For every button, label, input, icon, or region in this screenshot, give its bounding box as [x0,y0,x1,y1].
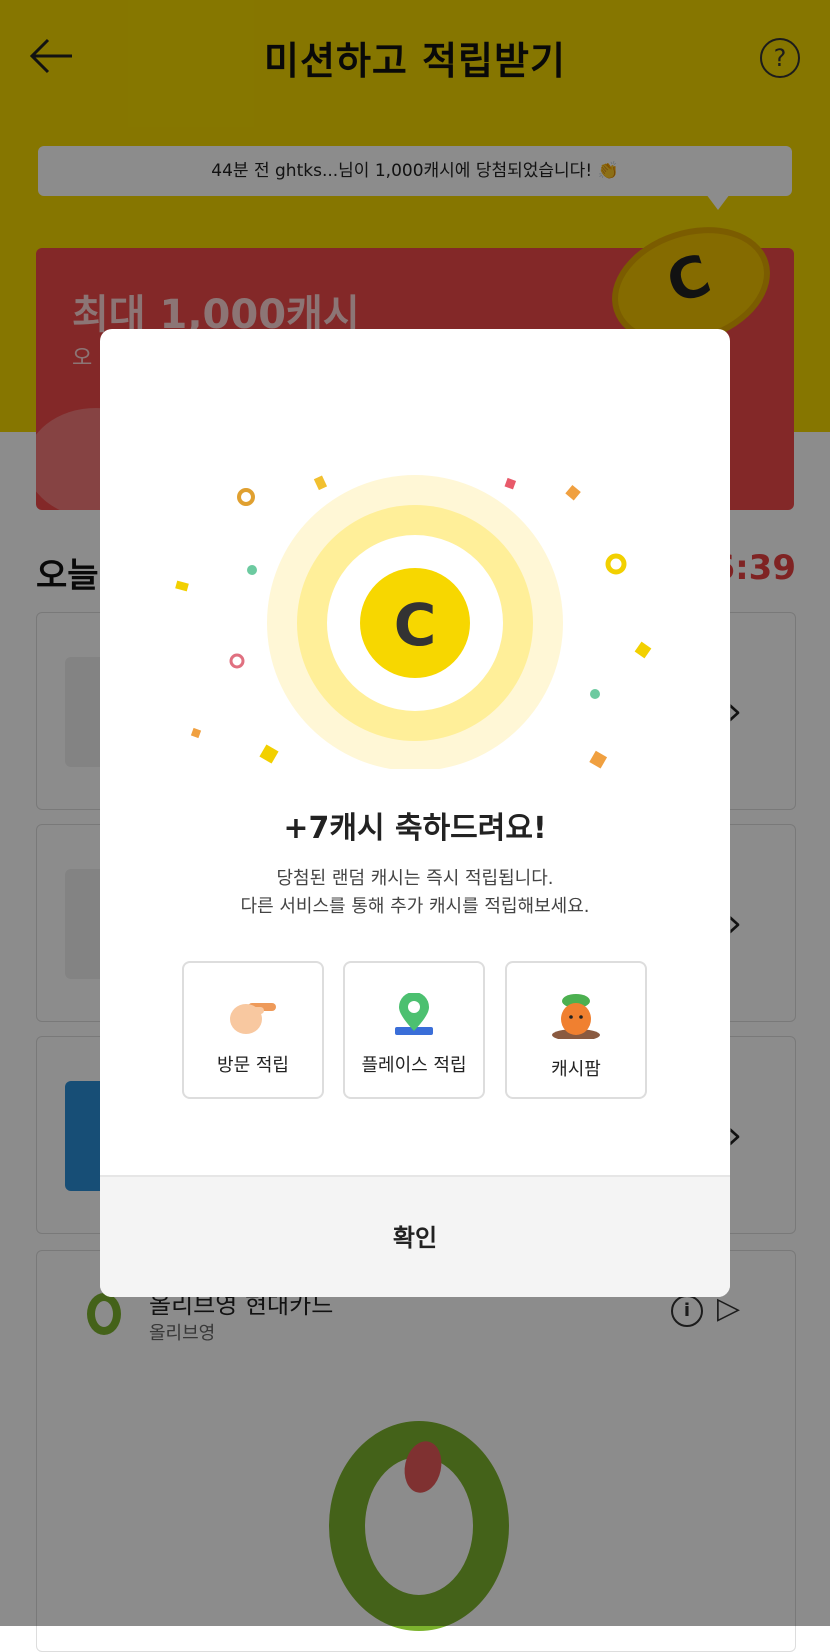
place-reward-button[interactable]: 플레이스 적립 [343,961,485,1099]
option-label: 캐시팜 [551,1059,601,1080]
visit-reward-button[interactable]: 방문 적립 [182,961,324,1099]
carrot-icon [552,994,600,1039]
option-label: 플레이스 적립 [361,1055,467,1076]
pointing-hand-icon [230,1003,276,1034]
celebration-coin-icon: C [175,475,652,769]
option-label: 방문 적립 [217,1055,289,1076]
reward-description: 당첨된 랜덤 캐시는 즉시 적립됩니다. 다른 서비스를 통해 추가 캐시를 적… [240,868,590,917]
svg-text:C: C [394,591,437,659]
map-pin-icon [395,993,433,1035]
modal-footer: 확인 [100,1175,730,1297]
cash-farm-button[interactable]: 캐시팜 [505,961,647,1099]
confirm-button[interactable]: 확인 [100,1177,730,1297]
reward-heading: +7캐시 축하드려요! [283,811,547,846]
reward-modal: C +7캐시 축하드려요! 당첨된 랜덤 캐시는 즉시 적립됩니다. 다른 서비… [100,329,730,1297]
